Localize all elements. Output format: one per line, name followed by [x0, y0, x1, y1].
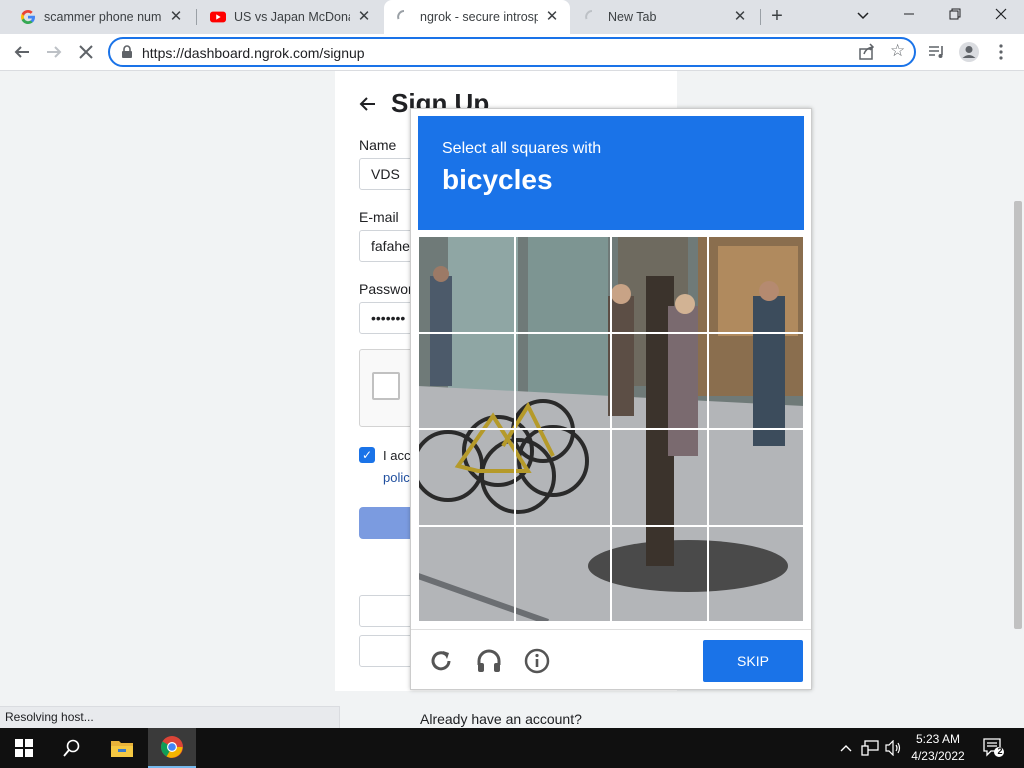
menu-kebab-icon[interactable] [990, 41, 1012, 63]
grid-tile[interactable] [707, 236, 804, 333]
close-icon[interactable]: ✕ [544, 9, 560, 25]
search-icon[interactable] [48, 728, 96, 768]
windows-taskbar: 5:23 AM 4/23/2022 2 [0, 728, 1024, 768]
url-text[interactable]: https://dashboard.ngrok.com/signup [142, 45, 365, 61]
recaptcha-instruction: Select all squares with [442, 140, 602, 157]
email-label: E-mail [359, 209, 399, 225]
grid-tile[interactable] [418, 236, 515, 333]
back-arrow-icon[interactable] [359, 95, 377, 118]
grid-tile[interactable] [514, 236, 611, 333]
grid-tile[interactable] [514, 525, 611, 622]
close-icon[interactable]: ✕ [356, 9, 372, 25]
grid-tile[interactable] [514, 429, 611, 526]
tab-ngrok[interactable]: ngrok - secure introsp ✕ [384, 0, 570, 34]
recaptcha-checkbox[interactable] [372, 372, 400, 400]
recaptcha-footer: SKIP [411, 629, 811, 689]
back-icon[interactable] [8, 38, 36, 66]
grid-tile[interactable] [418, 525, 515, 622]
tab-newtab[interactable]: New Tab ✕ [572, 0, 758, 34]
chevron-up-icon[interactable] [836, 738, 856, 758]
chrome-taskbar-icon[interactable] [148, 728, 196, 768]
grid-tile[interactable] [707, 525, 804, 622]
recaptcha-header: Select all squares with bicycles [418, 116, 804, 230]
grid-tile[interactable] [611, 525, 708, 622]
tab-title: US vs Japan McDonald [234, 10, 350, 24]
bookmark-star-icon[interactable]: ☆ [890, 42, 905, 60]
page-content: Sign Up Name VDS E-mail fafahe Passwor •… [0, 71, 1024, 728]
network-icon[interactable] [860, 738, 880, 758]
clock-date: 4/23/2022 [911, 749, 965, 763]
reload-icon[interactable] [426, 646, 456, 676]
lock-icon[interactable] [120, 45, 134, 59]
recaptcha-target: bicycles [442, 164, 553, 195]
tab-title: ngrok - secure introsp [420, 10, 538, 24]
loading-spinner-icon [396, 9, 412, 25]
tab-strip: scammer phone numb ✕ US vs Japan McDonal… [0, 0, 1024, 34]
already-account-text: Already have an account? [420, 711, 582, 727]
page-scrollbar[interactable] [1014, 201, 1022, 629]
youtube-favicon-icon [210, 9, 226, 25]
browser-toolbar: https://dashboard.ngrok.com/signup ☆ [0, 34, 1024, 71]
file-explorer-icon[interactable] [98, 728, 146, 768]
restore-button[interactable] [932, 0, 978, 30]
recaptcha-challenge: Select all squares with bicycles SKIP [410, 108, 812, 690]
media-control-icon[interactable] [926, 41, 948, 63]
grid-tile[interactable] [611, 332, 708, 429]
grid-tile[interactable] [514, 332, 611, 429]
name-label: Name [359, 137, 397, 153]
clock-time: 5:23 AM [915, 732, 961, 746]
tab-separator [196, 9, 197, 25]
close-window-button[interactable] [978, 0, 1024, 30]
headphones-icon[interactable] [474, 646, 504, 676]
notification-badge: 2 [997, 746, 1003, 756]
close-icon[interactable]: ✕ [168, 9, 184, 25]
tab-separator [760, 9, 761, 25]
grid-tile[interactable] [707, 429, 804, 526]
address-bar[interactable]: https://dashboard.ngrok.com/signup ☆ [108, 37, 916, 67]
google-favicon-icon [20, 9, 36, 25]
accept-checkbox[interactable]: ✓ [359, 447, 375, 463]
grid-tile[interactable] [418, 332, 515, 429]
system-clock[interactable]: 5:23 AM 4/23/2022 [900, 731, 976, 765]
policy-link[interactable]: polic [383, 470, 410, 485]
new-tab-button[interactable]: + [764, 5, 790, 29]
grid-tile[interactable] [611, 429, 708, 526]
password-label: Passwor [359, 281, 413, 297]
start-button[interactable] [0, 728, 48, 768]
skip-button[interactable]: SKIP [703, 640, 803, 682]
profile-avatar-icon[interactable] [958, 41, 980, 63]
status-bar: Resolving host... [0, 706, 340, 728]
tab-search-icon[interactable] [840, 0, 886, 30]
tab-youtube[interactable]: US vs Japan McDonald ✕ [198, 0, 382, 34]
info-icon[interactable] [522, 646, 552, 676]
forward-icon[interactable] [40, 38, 68, 66]
tab-scammer[interactable]: scammer phone numb ✕ [8, 0, 194, 34]
tab-title: New Tab [608, 10, 657, 24]
grid-tile[interactable] [707, 332, 804, 429]
close-icon[interactable]: ✕ [732, 9, 748, 25]
tab-title: scammer phone numb [44, 10, 162, 24]
recaptcha-image-grid [418, 236, 804, 622]
accept-text: I acc [383, 448, 411, 463]
grid-tile[interactable] [611, 236, 708, 333]
minimize-button[interactable] [886, 0, 932, 30]
share-icon[interactable] [858, 43, 876, 61]
grid-tile[interactable] [418, 429, 515, 526]
stop-loading-icon[interactable] [72, 38, 100, 66]
notification-center-icon[interactable]: 2 [982, 738, 1006, 758]
loading-spinner-icon [584, 9, 600, 25]
